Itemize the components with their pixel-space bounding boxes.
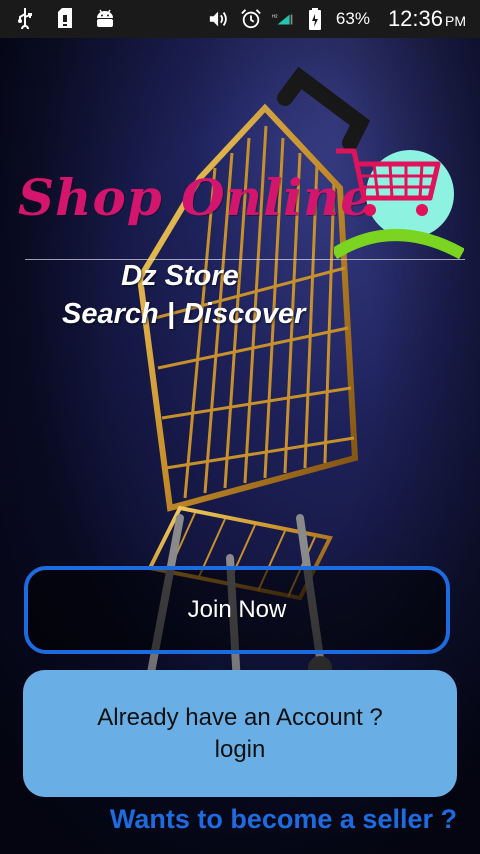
login-label-line1: Already have an Account ? [97, 703, 383, 731]
join-now-button[interactable]: Join Now [24, 566, 450, 654]
login-button[interactable]: Already have an Account ? login [23, 670, 457, 797]
volume-icon [208, 7, 230, 31]
store-name: Dz Store [121, 260, 239, 292]
alarm-icon [240, 7, 262, 31]
sd-card-icon [54, 6, 76, 30]
battery-icon [304, 7, 326, 31]
usb-icon [14, 6, 36, 30]
signal-icon: H2 [272, 7, 294, 31]
login-label-line2: login [214, 735, 266, 763]
svg-text:H2: H2 [272, 13, 278, 18]
clock-ampm: PM [445, 13, 466, 29]
android-icon [94, 6, 116, 30]
clock-time: 12:36 [387, 6, 443, 31]
battery-percent: 63% [335, 9, 370, 28]
cart-logo-icon [330, 146, 465, 266]
status-bar: H2 63% 12:36 PM [0, 0, 480, 38]
shop-online-logo-text: Shop Online [18, 168, 374, 227]
become-seller-link[interactable]: Wants to become a seller ? [110, 804, 457, 835]
join-now-label: Join Now [187, 596, 287, 623]
tagline: Search | Discover [62, 298, 306, 330]
